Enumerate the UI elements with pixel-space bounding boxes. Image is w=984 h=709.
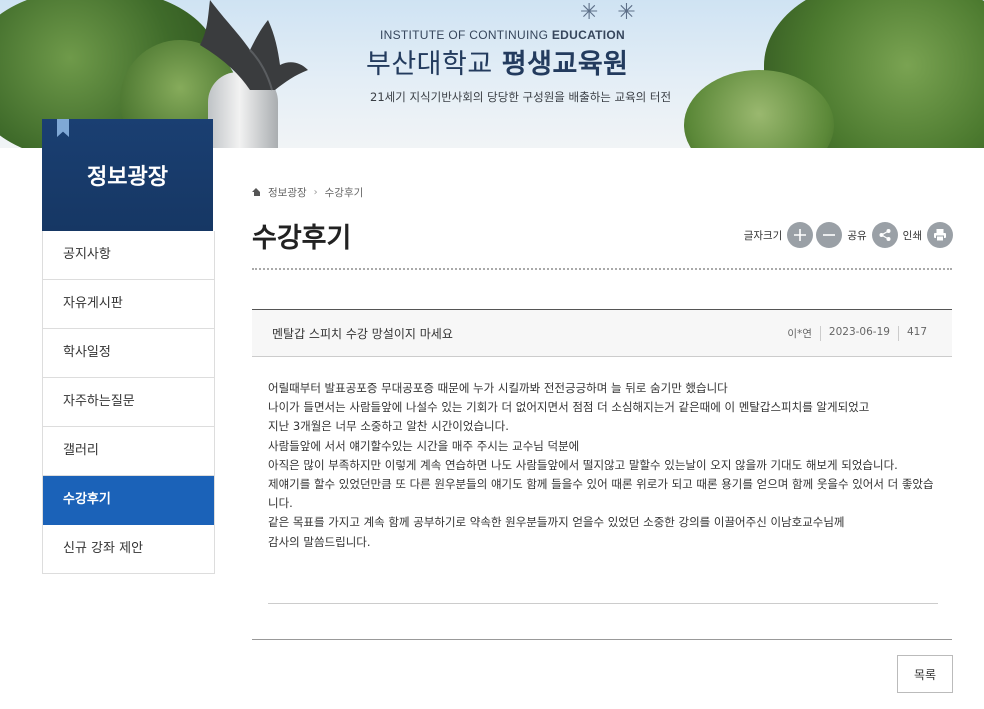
breadcrumb-level2[interactable]: 수강후기 [325,185,364,200]
post-body-line: 나이가 들면서는 사람들앞에 나설수 있는 기회가 더 없어지면서 점점 더 소… [268,400,870,415]
list-button[interactable]: 목록 [897,655,953,693]
sidebar-item-gallery[interactable]: 갤러리 [43,427,214,476]
zoom-out-button[interactable] [816,222,843,248]
share-icon [879,229,891,241]
post-views: 417 [897,326,935,341]
post-header: 멘탈갑 스피치 수강 망설이지 마세요 이*연 2023-06-19 417 [252,309,952,357]
sidebar-item-reviews[interactable]: 수강후기 [43,476,214,525]
sidebar-item-faq[interactable]: 자주하는질문 [43,378,214,427]
post-author: 이*연 [787,328,812,340]
chevron-right-icon: › [313,187,318,198]
sidebar-item-academic-calendar[interactable]: 학사일정 [43,329,214,378]
print-button[interactable] [927,222,953,248]
share-label: 공유 [847,229,867,242]
post-body-line: 같은 목표를 가지고 계속 함께 공부하기로 약속한 원우분들까지 얻을수 있었… [268,515,845,530]
post-body-divider [268,603,938,604]
post-meta: 이*연 2023-06-19 417 [779,326,935,341]
post-body-line: 감사의 말씀드립니다. [268,534,371,549]
home-icon[interactable] [252,188,261,197]
post-body-line: 아직은 많이 부족하지만 이렇게 계속 연습하면 나도 사람들앞에서 떨지않고 … [268,457,898,472]
post-body-line: 사람들앞에 서서 얘기할수있는 시간을 매주 주시는 교수님 덕분에 [268,438,580,453]
breadcrumb: 정보광장 › 수강후기 [252,185,363,200]
post-body-line: 제얘기를 할수 있었던만큼 또 다른 원우분들의 얘기도 함께 들을수 있어 때… [268,477,934,511]
title-divider [252,268,952,270]
logo-mark-icon: ✳ ✳ [580,0,642,25]
sidebar-item-free-board[interactable]: 자유게시판 [43,280,214,329]
banner-title[interactable]: 부산대학교 평생교육원 [366,42,629,81]
minus-icon [823,234,836,236]
sidebar-item-notice[interactable]: 공지사항 [43,231,214,280]
breadcrumb-level1[interactable]: 정보광장 [268,185,307,200]
page-title: 수강후기 [252,223,352,254]
post-title: 멘탈갑 스피치 수강 망설이지 마세요 [272,327,453,341]
banner-subtitle-en: INSTITUTE OF CONTINUING EDUCATION [380,28,626,42]
bookmark-icon [57,119,69,137]
post-bottom-divider [252,639,952,640]
printer-icon [934,229,946,242]
zoom-in-button[interactable] [787,222,814,248]
banner-slogan: 21세기 지식기반사회의 당당한 구성원을 배출하는 교육의 터전 [370,90,672,104]
post-body-line: 지난 3개월은 너무 소중하고 알찬 시간이었습니다. [268,419,509,434]
post-body: 어릴때부터 발표공포증 무대공포증 때문에 누가 시킬까봐 전전긍긍하며 늘 뒤… [268,379,940,552]
sidebar-menu: 공지사항 자유게시판 학사일정 자주하는질문 갤러리 수강후기 신규 강좌 제안 [42,231,215,574]
print-label: 인쇄 [902,229,922,242]
page-tools: 글자크기 공유 인쇄 [742,222,953,248]
share-button[interactable] [871,222,898,248]
post-date: 2023-06-19 [819,326,898,341]
sidebar-title: 정보광장 [87,165,168,190]
eagle-statue-icon [200,0,308,91]
plus-icon [794,229,807,241]
sidebar-header: 정보광장 [42,119,213,231]
sidebar-item-course-proposal[interactable]: 신규 강좌 제안 [43,525,214,574]
font-size-label: 글자크기 [743,229,783,242]
post-body-line: 어릴때부터 발표공포증 무대공포증 때문에 누가 시킬까봐 전전긍긍하며 늘 뒤… [268,381,728,395]
